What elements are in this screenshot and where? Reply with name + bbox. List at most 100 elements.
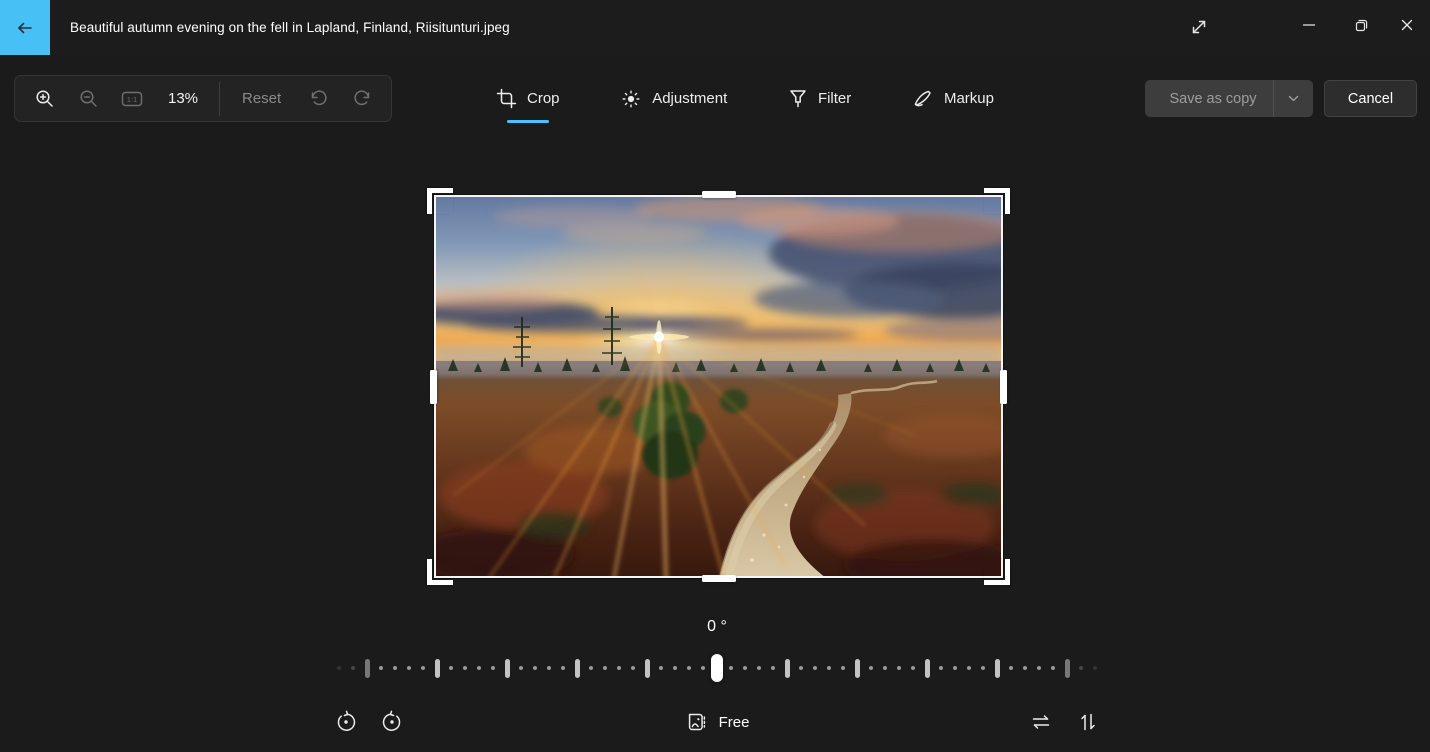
close-icon [1400,18,1414,32]
restore-icon [1354,18,1369,33]
rotation-tick [430,651,444,685]
active-tab-underline [507,120,549,123]
rotation-tick [724,651,738,685]
crop-handle-bottom-left[interactable] [427,559,453,585]
rotation-tick [892,651,906,685]
fullscreen-button[interactable] [1176,4,1222,50]
tab-filter[interactable]: Filter [784,75,855,122]
minimize-icon [1302,18,1316,32]
toolbar-divider [219,82,220,116]
actual-size-button[interactable]: 1:1 [113,81,151,117]
rotation-tick [612,651,626,685]
close-button[interactable] [1384,0,1430,50]
rotation-tick [1004,651,1018,685]
rotation-tick [332,651,346,685]
tab-adjustment-label: Adjustment [652,90,727,107]
rotation-tick [682,651,696,685]
crop-handle-bottom-right[interactable] [984,559,1010,585]
rotation-tick [360,651,374,685]
rotation-tick [570,651,584,685]
filter-icon [788,88,808,109]
rotation-tick [822,651,836,685]
rotation-tick [850,651,864,685]
cancel-button[interactable]: Cancel [1324,80,1417,117]
crop-handle-top-left[interactable] [427,188,453,214]
aspect-ratio-free-icon [685,710,709,734]
rotation-tick [920,651,934,685]
rotation-tick [1018,651,1032,685]
rotation-tick [738,651,752,685]
photo-canvas[interactable] [434,195,1003,578]
flip-horizontal-icon [1029,710,1053,734]
undo-button[interactable] [299,81,337,117]
save-as-copy-button[interactable]: Save as copy [1145,80,1313,117]
rotation-tick [640,651,654,685]
rotate-counterclockwise-button[interactable] [326,702,366,742]
rotation-tick [906,651,920,685]
flip-vertical-icon [1076,710,1100,734]
flip-vertical-button[interactable] [1068,702,1108,742]
save-as-copy-label: Save as copy [1145,91,1273,107]
rotation-tick [416,651,430,685]
tab-adjustment[interactable]: Adjustment [616,75,731,122]
redo-button[interactable] [343,81,381,117]
tab-markup[interactable]: Markup [908,75,998,122]
zoom-level-value: 13% [157,90,209,107]
flip-horizontal-button[interactable] [1021,702,1061,742]
zoom-out-button[interactable] [69,81,107,117]
crop-handle-top[interactable] [702,191,736,198]
rotation-slider[interactable] [332,651,1102,685]
rotation-tick [752,651,766,685]
rotation-tick [500,651,514,685]
minimize-button[interactable] [1286,0,1332,50]
redo-icon [352,88,373,109]
rotation-value-label: 0 ° [0,618,1430,636]
zoom-toolbar: 1:1 13% Reset [14,75,392,122]
crop-handle-right[interactable] [1000,370,1007,404]
rotate-clockwise-button[interactable] [372,702,412,742]
rotation-tick [542,651,556,685]
rotation-tick [388,651,402,685]
aspect-ratio-button[interactable]: Free [675,702,760,742]
rotation-tick [794,651,808,685]
rotation-tick [346,651,360,685]
tab-crop-label: Crop [527,90,560,107]
rotation-tick [1032,651,1046,685]
save-options-dropdown[interactable] [1273,80,1313,117]
rotation-tick [1088,651,1102,685]
rotate-cw-icon [380,710,404,734]
aspect-ratio-label: Free [719,714,750,731]
rotation-slider-thumb[interactable] [710,651,724,685]
rotation-tick [934,651,948,685]
diagonal-expand-icon [1189,17,1209,37]
crop-icon [496,88,517,109]
reset-button[interactable]: Reset [230,81,293,117]
rotation-tick [976,651,990,685]
rotation-tick [836,651,850,685]
zoom-in-button[interactable] [25,81,63,117]
rotation-tick [990,651,1004,685]
undo-icon [308,88,329,109]
rotation-tick [696,651,710,685]
rotation-tick [654,651,668,685]
rotation-tick [780,651,794,685]
zoom-in-icon [34,88,55,109]
rotation-tick [598,651,612,685]
svg-text:1:1: 1:1 [127,95,137,104]
rotation-tick [472,651,486,685]
one-to-one-icon: 1:1 [121,90,143,108]
crop-handle-bottom[interactable] [702,575,736,582]
sun-icon [620,88,642,110]
rotation-tick [668,651,682,685]
back-button[interactable] [0,0,50,55]
rotation-tick [556,651,570,685]
rotation-tick [878,651,892,685]
restore-button[interactable] [1338,0,1384,50]
titlebar: Beautiful autumn evening on the fell in … [0,0,1430,55]
crop-handle-top-right[interactable] [984,188,1010,214]
tab-crop[interactable]: Crop [492,75,564,122]
rotate-ccw-icon [334,710,358,734]
tab-filter-label: Filter [818,90,851,107]
crop-handle-left[interactable] [430,370,437,404]
rotation-tick [766,651,780,685]
